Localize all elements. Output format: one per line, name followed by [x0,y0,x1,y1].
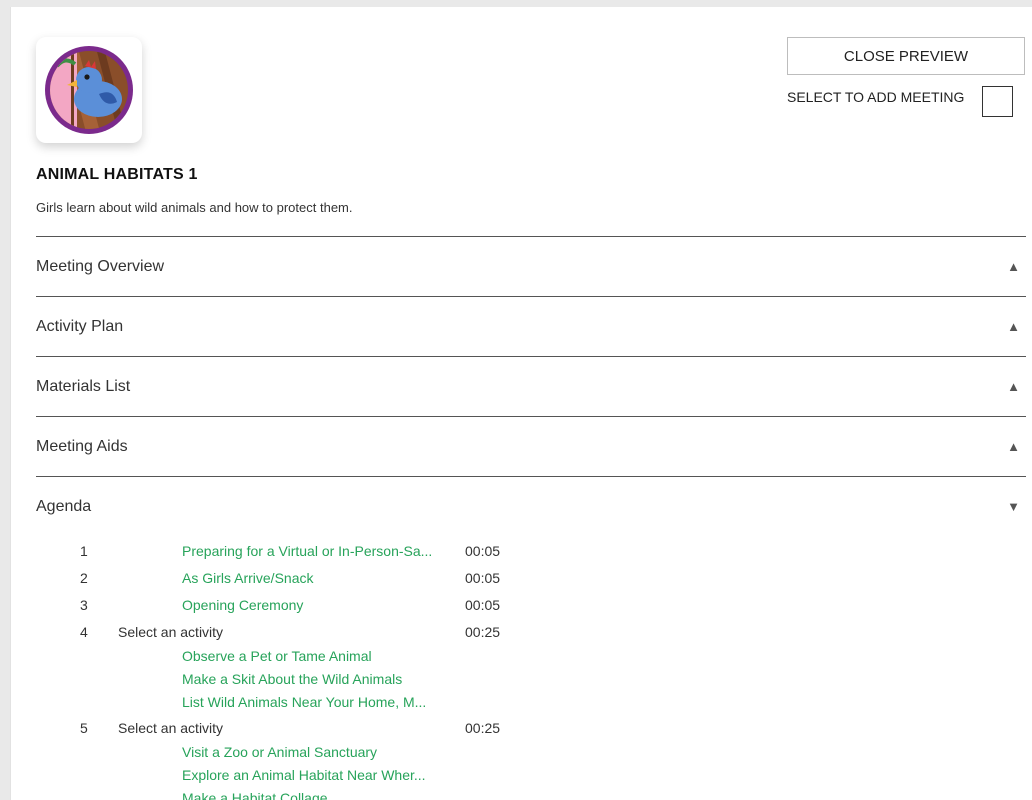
agenda-item-link[interactable]: Preparing for a Virtual or In-Person-Sa.… [182,543,432,559]
activity-option-link[interactable]: Make a Skit About the Wild Animals [182,671,402,687]
meeting-preview-panel: CLOSE PREVIEW SELECT TO ADD MEETING ANIM… [10,7,1032,800]
caret-down-icon[interactable]: ▼ [1007,499,1020,514]
section-meeting-aids[interactable]: Meeting Aids ▲ [36,416,1026,476]
agenda-list: 1 Preparing for a Virtual or In-Person-S… [36,539,736,800]
accordion-sections: Meeting Overview ▲ Activity Plan ▲ Mater… [36,236,1026,536]
select-to-add-meeting-label: SELECT TO ADD MEETING [787,89,965,105]
agenda-item-duration: 00:05 [465,570,501,586]
activity-option-link[interactable]: List Wild Animals Near Your Home, M... [182,694,426,710]
add-meeting-checkbox[interactable] [982,86,1013,117]
section-meeting-overview[interactable]: Meeting Overview ▲ [36,236,1026,296]
section-label: Meeting Aids [36,437,128,455]
agenda-item: 1 Preparing for a Virtual or In-Person-S… [36,539,736,566]
meeting-logo [36,37,142,143]
agenda-item-duration: 00:25 [465,720,501,736]
activity-option: Observe a Pet or Tame Animal [36,647,736,670]
select-activity-label: Select an activity [118,720,224,736]
agenda-item-duration: 00:25 [465,624,501,640]
activity-option: Visit a Zoo or Animal Sanctuary [36,743,736,766]
agenda-item-duration: 00:05 [465,597,501,613]
caret-up-icon[interactable]: ▲ [1007,259,1020,274]
agenda-item-link[interactable]: As Girls Arrive/Snack [182,570,313,586]
agenda-item: 4 Select an activity 00:25 [36,620,736,647]
activity-option: List Wild Animals Near Your Home, M... [36,693,736,716]
caret-up-icon[interactable]: ▲ [1007,319,1020,334]
agenda-item-number: 1 [80,543,88,559]
activity-option-link[interactable]: Visit a Zoo or Animal Sanctuary [182,744,377,760]
agenda-item-link[interactable]: Opening Ceremony [182,597,303,613]
meeting-description: Girls learn about wild animals and how t… [36,200,353,215]
agenda-item-duration: 00:05 [465,543,501,559]
agenda-item-number: 5 [80,720,88,736]
activity-option: Make a Skit About the Wild Animals [36,670,736,693]
agenda-item-number: 3 [80,597,88,613]
agenda-item: 5 Select an activity 00:25 [36,716,736,743]
activity-option: Explore an Animal Habitat Near Wher... [36,766,736,789]
activity-option-link[interactable]: Observe a Pet or Tame Animal [182,648,372,664]
meeting-title: ANIMAL HABITATS 1 [36,166,198,183]
agenda-item: 2 As Girls Arrive/Snack 00:05 [36,566,736,593]
bird-badge-icon [45,46,133,134]
section-agenda[interactable]: Agenda ▼ [36,476,1026,536]
activity-option: Make a Habitat Collage [36,789,736,800]
section-label: Materials List [36,377,131,395]
caret-up-icon[interactable]: ▲ [1007,379,1020,394]
caret-up-icon[interactable]: ▲ [1007,439,1020,454]
agenda-item-number: 2 [80,570,88,586]
close-preview-button[interactable]: CLOSE PREVIEW [787,37,1025,75]
section-label: Meeting Overview [36,257,165,275]
activity-option-link[interactable]: Explore an Animal Habitat Near Wher... [182,767,426,783]
agenda-item-number: 4 [80,624,88,640]
activity-option-link[interactable]: Make a Habitat Collage [182,790,328,800]
section-materials-list[interactable]: Materials List ▲ [36,356,1026,416]
section-activity-plan[interactable]: Activity Plan ▲ [36,296,1026,356]
select-activity-label: Select an activity [118,624,224,640]
section-label: Activity Plan [36,317,124,335]
section-label: Agenda [36,497,92,515]
agenda-item: 3 Opening Ceremony 00:05 [36,593,736,620]
